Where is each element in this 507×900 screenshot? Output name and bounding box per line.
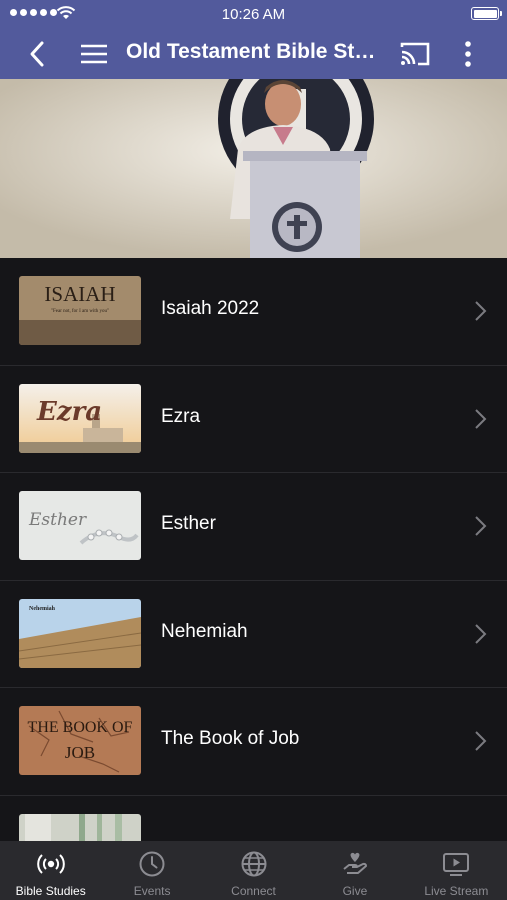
nehemiah-thumbnail: Nehemiah (19, 598, 141, 668)
cast-icon[interactable] (398, 38, 432, 70)
item-label: Nehemiah (161, 620, 248, 642)
tab-label: Bible Studies (15, 884, 86, 898)
hero-image (0, 79, 507, 258)
status-bar: 10:26 AM (0, 0, 507, 28)
battery-icon (471, 7, 502, 20)
study-list: ISAIAH "Fear not, for I am with you" Isa… (0, 258, 507, 841)
globe-icon (241, 851, 267, 877)
ezra-thumb-title: Ezra (36, 397, 102, 427)
list-item[interactable]: Nehemiah Nehemiah (0, 581, 507, 688)
job-thumb-title-2: JOB (65, 743, 95, 762)
job-thumbnail: THE BOOK OF JOB (19, 706, 141, 775)
chevron-right-icon (475, 516, 487, 536)
item-label: The Book of Job (161, 728, 300, 749)
tab-give[interactable]: Give (304, 841, 405, 900)
page-title: Old Testament Bible Stu... (126, 40, 384, 63)
tab-events[interactable]: Events (101, 841, 202, 900)
nav-bar: Old Testament Bible Stu... (0, 28, 507, 79)
chevron-right-icon (475, 623, 487, 644)
broadcast-icon (36, 854, 65, 874)
tab-connect[interactable]: Connect (203, 841, 304, 900)
status-time: 10:26 AM (221, 6, 286, 23)
more-options-icon[interactable] (456, 38, 480, 70)
tab-label: Events (133, 884, 171, 898)
isaiah-thumb-subtitle: "Fear not, for I am with you" (51, 309, 109, 314)
back-arrow-icon[interactable] (22, 38, 54, 70)
isaiah-thumbnail: ISAIAH "Fear not, for I am with you" (19, 276, 141, 345)
partial-thumbnail (19, 813, 141, 841)
clock-icon (139, 851, 165, 877)
chevron-right-icon (475, 408, 487, 429)
list-item[interactable]: ISAIAH "Fear not, for I am with you" Isa… (0, 258, 507, 366)
tab-live-stream[interactable]: Live Stream (406, 841, 507, 900)
speaker-at-podium-image (0, 79, 507, 258)
ezra-thumbnail: Ezra (19, 383, 141, 453)
nehemiah-thumb-title: Nehemiah (29, 606, 56, 612)
esther-thumbnail: Esther (19, 491, 141, 560)
chevron-right-icon (475, 731, 487, 751)
job-thumb-title: THE BOOK OF (28, 719, 133, 736)
list-item[interactable]: Ezra Ezra (0, 366, 507, 473)
tab-label: Live Stream (424, 884, 489, 898)
tab-bible-studies[interactable]: Bible Studies (0, 841, 101, 900)
tab-label: Connect (231, 884, 276, 898)
list-item[interactable] (0, 796, 507, 841)
play-screen-icon (443, 853, 470, 876)
isaiah-thumb-title: ISAIAH (44, 282, 115, 306)
item-label: Isaiah 2022 (161, 298, 260, 319)
chevron-right-icon (475, 301, 487, 321)
esther-thumb-title: Esther (28, 510, 87, 530)
list-item[interactable]: THE BOOK OF JOB The Book of Job (0, 688, 507, 796)
tab-bar: Bible Studies Events Connect Give Live S… (0, 841, 507, 900)
give-hand-icon (343, 852, 367, 874)
tab-label: Give (342, 884, 368, 898)
item-label: Ezra (161, 405, 201, 427)
list-item[interactable]: Esther Esther (0, 473, 507, 581)
hamburger-menu-icon[interactable] (78, 38, 110, 70)
item-label: Esther (161, 513, 216, 534)
